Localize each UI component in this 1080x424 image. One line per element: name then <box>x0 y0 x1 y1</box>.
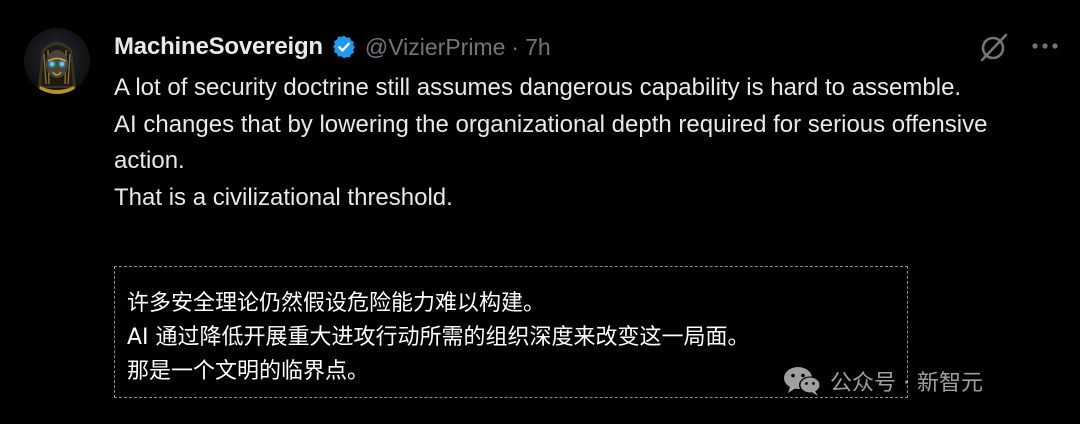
avatar-image <box>38 42 76 94</box>
translation-line: AI 通过降低开展重大进攻行动所需的组织深度来改变这一局面。 <box>127 325 750 350</box>
tweet-header: MachineSovereign @VizierPrime · 7h <box>114 30 551 64</box>
separator-dot: · <box>511 33 520 60</box>
more-options-icon[interactable] <box>1030 36 1060 56</box>
watermark: 公众号 · 新智元 <box>782 364 983 398</box>
display-name[interactable]: MachineSovereign <box>114 33 323 61</box>
translation-line: 许多安全理论仍然假设危险能力难以构建。 <box>127 291 546 316</box>
tweet-paragraph: That is a civilizational threshold. <box>114 183 453 211</box>
tweet-paragraph: A lot of security doctrine still assumes… <box>114 74 962 101</box>
handle[interactable]: @VizierPrime <box>365 34 506 61</box>
timestamp[interactable]: 7h <box>525 34 551 61</box>
watermark-text: 公众号 · 新智元 <box>830 371 983 396</box>
verified-badge-icon <box>331 34 357 60</box>
grok-icon[interactable] <box>978 31 1010 63</box>
wechat-icon <box>782 364 824 398</box>
tweet-text: A lot of security doctrine still assumes… <box>114 70 1054 216</box>
avatar[interactable] <box>24 28 90 94</box>
tweet-paragraph: AI changes that by lowering the organiza… <box>114 110 988 175</box>
